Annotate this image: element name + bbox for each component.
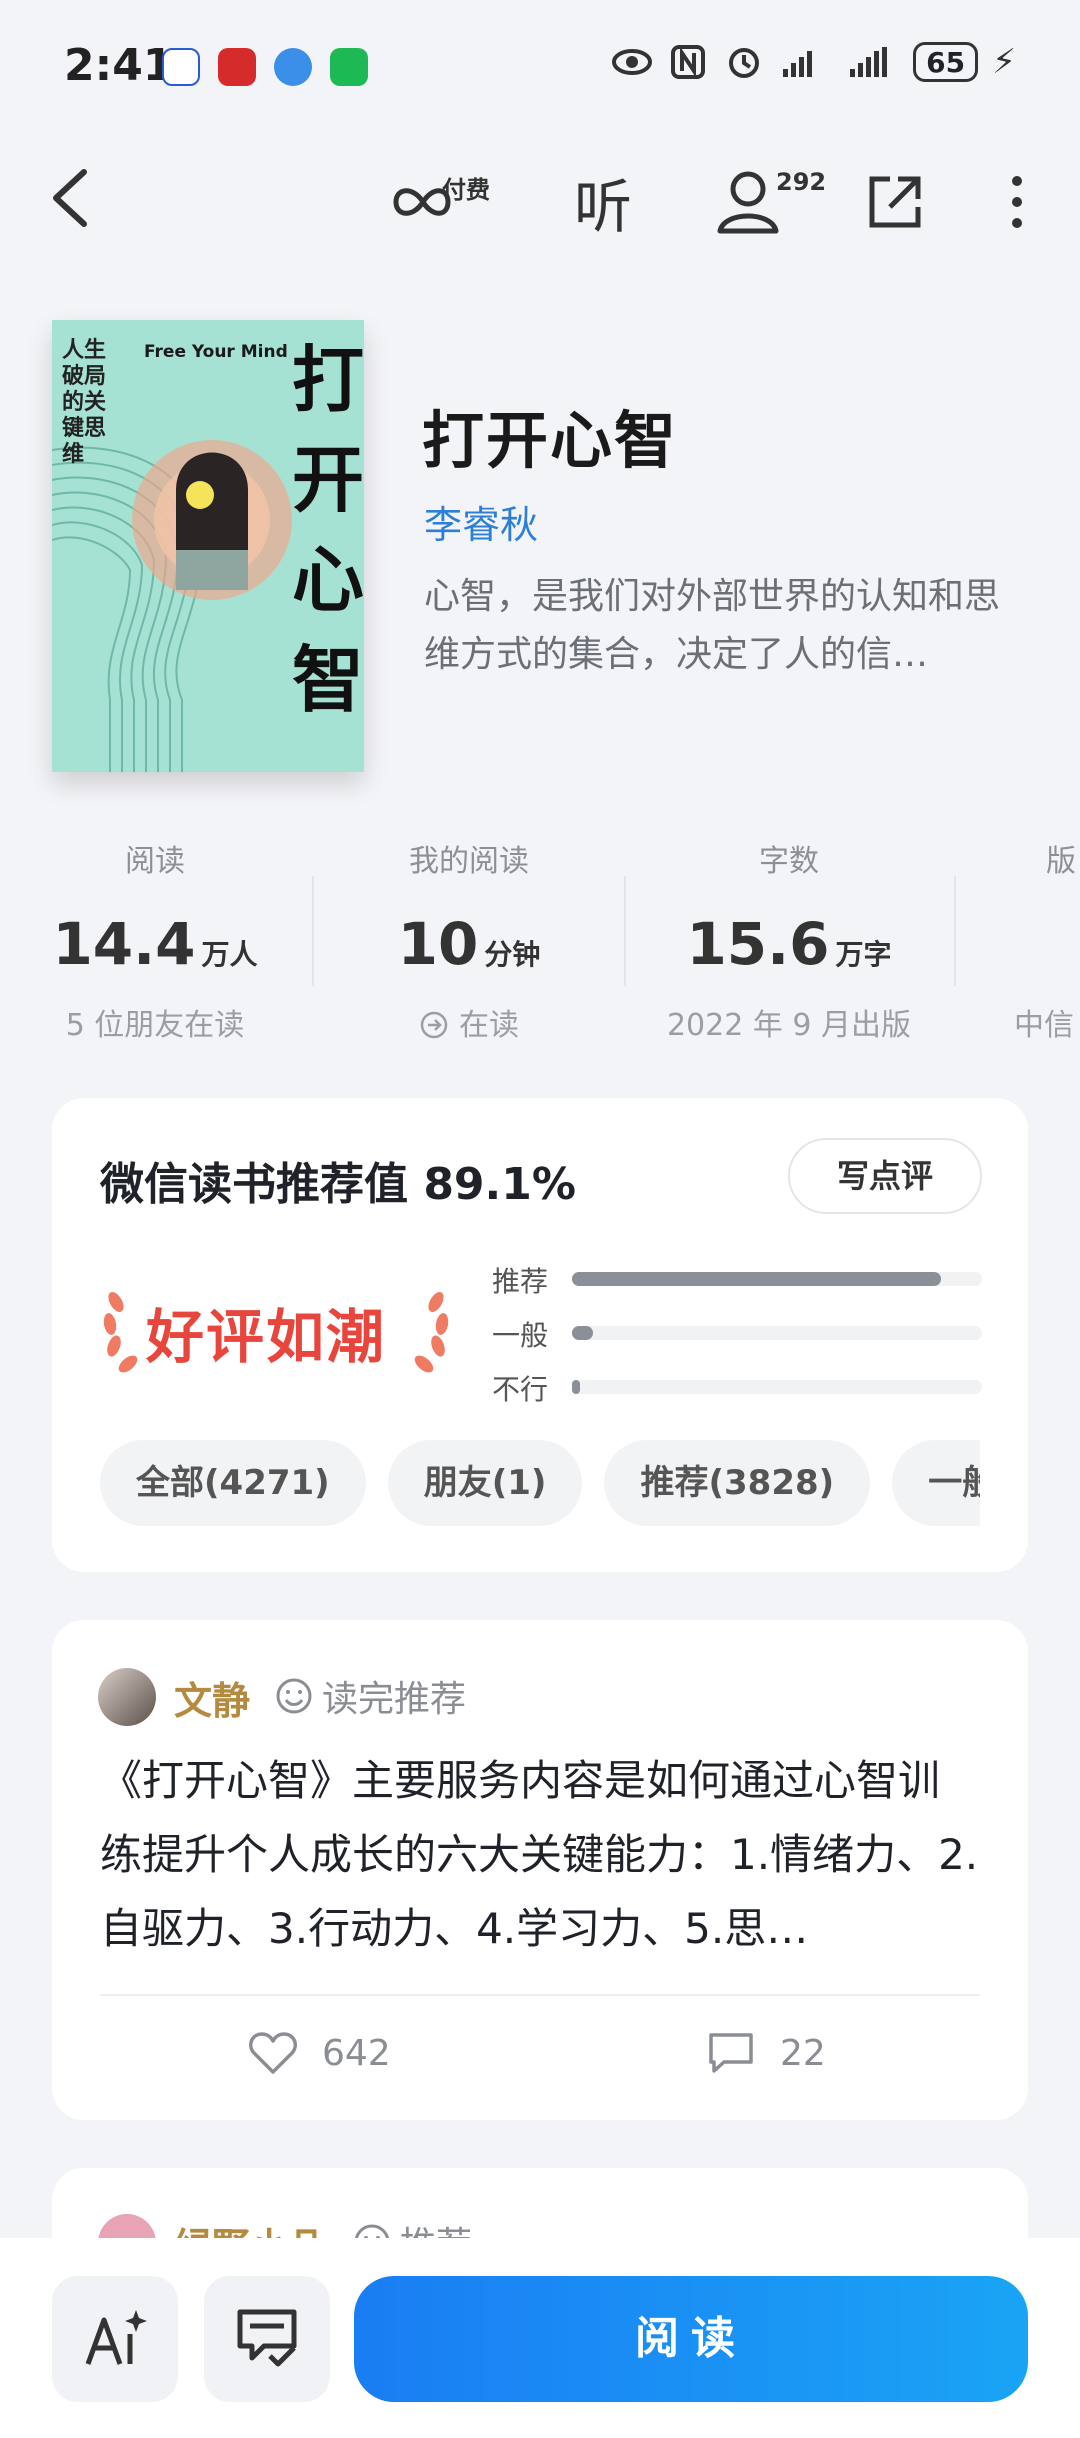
comment-button[interactable]: 22 [706,2030,826,2076]
stat-word-count[interactable]: 字数 15.6 万字 2022 年 9 月出版 [634,836,944,1044]
signal-icon [783,51,813,77]
stat-value: 15.6 [686,910,830,978]
stat-unit: 分钟 [484,938,541,971]
review-text[interactable]: 《打开心智》主要服务内容是如何通过心智训练提升个人成长的六大关键能力：1.情绪力… [100,1744,980,1966]
rating-card: 微信读书推荐值 89.1% 写点评 好评如潮 推荐 一般 不行 全部(4271)… [52,1098,1028,1572]
person-icon [717,171,779,234]
heart-icon [249,2032,297,2074]
stat-sub: 2022 年 9 月出版 [666,1008,912,1043]
friends-count-badge: 292 [776,168,827,196]
filter-chip-recommend[interactable]: 推荐(3828) [604,1440,871,1526]
comment-icon [709,2033,753,2073]
recommend-score-title: 微信读书推荐值 89.1% [100,1159,576,1210]
battery-indicator: 65 [913,42,979,82]
filter-chip-all[interactable]: 全部(4271) [100,1440,366,1526]
review-card[interactable]: 文静 读完推荐 《打开心智》主要服务内容是如何通过心智训练提升个人成长的六大关键… [52,1620,1028,2120]
app-notification-icon [274,48,312,86]
signal-icon [850,47,888,77]
stat-readers[interactable]: 阅读 14.4 万人 5 位朋友在读 [0,836,310,1044]
stat-my-reading[interactable]: 我的阅读 10 分钟 在读 [314,836,624,1044]
more-menu-button[interactable] [1002,162,1032,242]
ai-sparkle-icon [85,2310,147,2365]
rating-bar-track [572,1326,982,1340]
divider [100,1994,980,1996]
rating-bar-fill [572,1380,581,1394]
cover-subtitle: 人生破局的关键思维 [62,338,107,467]
review-tag-label: 读完推荐 [322,1679,467,1720]
rating-badge: 好评如潮 [96,1272,456,1382]
app-notification-icon [162,48,200,86]
stat-sub: 中信 [1014,1008,1074,1043]
top-navigation: 付费 听 292 [0,150,1080,250]
stat-divider [954,876,956,986]
alarm-icon [729,48,760,78]
book-title: 打开心智 [422,404,679,477]
read-button[interactable]: 阅读 [354,2276,1028,2402]
rating-badge-text: 好评如潮 [146,1303,387,1371]
ai-button[interactable] [52,2276,178,2402]
review-note-icon [237,2309,297,2367]
friends-button[interactable] [714,162,784,242]
stat-sub: 5 位朋友在读 [65,1008,245,1043]
rating-bar-label: 一般 [492,1319,549,1352]
share-icon [869,176,921,228]
stat-label: 阅读 [125,844,185,879]
nfc-icon [671,45,706,79]
stat-label: 版 [1046,844,1076,879]
rating-bar-track [572,1272,982,1286]
back-arrow-icon[interactable] [40,162,104,234]
rating-bar-label: 不行 [492,1373,549,1406]
status-bar: 2:41 65 ⚡ [0,0,1080,135]
stat-unit: 万字 [835,938,892,971]
stat-value: 10 [397,910,479,978]
notes-button[interactable] [204,2276,330,2402]
book-cover[interactable]: 人生破局的关键思维 Free Your Mind 打开心智 [52,320,364,772]
filter-chip-friends[interactable]: 朋友(1) [387,1440,583,1526]
rating-bar-fill [572,1326,593,1340]
rating-bar-fill [572,1272,941,1286]
eye-icon [612,49,653,75]
reviewer-name[interactable]: 文静 [174,1670,250,1725]
like-count: 642 [322,2032,391,2074]
rating-bar-row: 推荐 [492,1252,992,1306]
book-author-link[interactable]: 李睿秋 [424,494,538,549]
rating-bar-row: 不行 [492,1360,992,1414]
stat-unit: 万人 [201,938,258,971]
bottom-action-bar: 阅读 [0,2238,1080,2438]
like-button[interactable]: 642 [248,2030,391,2076]
cover-title: 打开心智 [292,338,364,722]
status-app-icons [162,48,368,86]
avatar[interactable] [98,1668,156,1726]
cover-english-title: Free Your Mind [144,342,288,362]
review-filter-chips: 全部(4271)朋友(1)推荐(3828)一般(3 [100,1440,980,1528]
status-indicators: 65 ⚡ [611,42,1016,82]
comment-count: 22 [780,2032,826,2074]
status-time: 2:41 [64,40,174,91]
more-vertical-icon [1012,176,1022,228]
stat-sub-text: 在读 [459,1008,519,1043]
share-button[interactable] [864,162,926,242]
arrow-circle-icon [420,1011,448,1039]
book-description[interactable]: 心智，是我们对外部世界的认知和思维方式的集合，决定了人的信… [424,568,1004,684]
charging-icon: ⚡ [992,42,1016,82]
rating-bar-track [572,1380,982,1394]
stat-divider [624,876,626,986]
stat-value: 14.4 [52,910,196,978]
write-review-button[interactable]: 写点评 [788,1138,982,1214]
rating-bar-label: 推荐 [492,1265,549,1298]
paid-label: 付费 [442,176,490,204]
book-stats: 阅读 14.4 万人 5 位朋友在读 我的阅读 10 分钟 在读 字数 15.6 万字… [0,836,1080,1043]
stat-label: 字数 [759,844,819,879]
filter-chip-average[interactable]: 一般(3 [892,1440,980,1526]
rating-bar-row: 一般 [492,1306,992,1360]
stat-sub: 在读 [314,1000,624,1044]
listen-button[interactable]: 听 [574,162,632,242]
app-notification-icon [330,48,368,86]
stat-publisher[interactable]: 版 中信 [1000,836,1080,1044]
review-tag: 读完推荐 [274,1670,466,1722]
stat-label: 我的阅读 [409,844,529,879]
rating-distribution: 推荐 一般 不行 [492,1252,992,1414]
app-notification-icon [218,48,256,86]
smile-icon [276,1678,312,1714]
